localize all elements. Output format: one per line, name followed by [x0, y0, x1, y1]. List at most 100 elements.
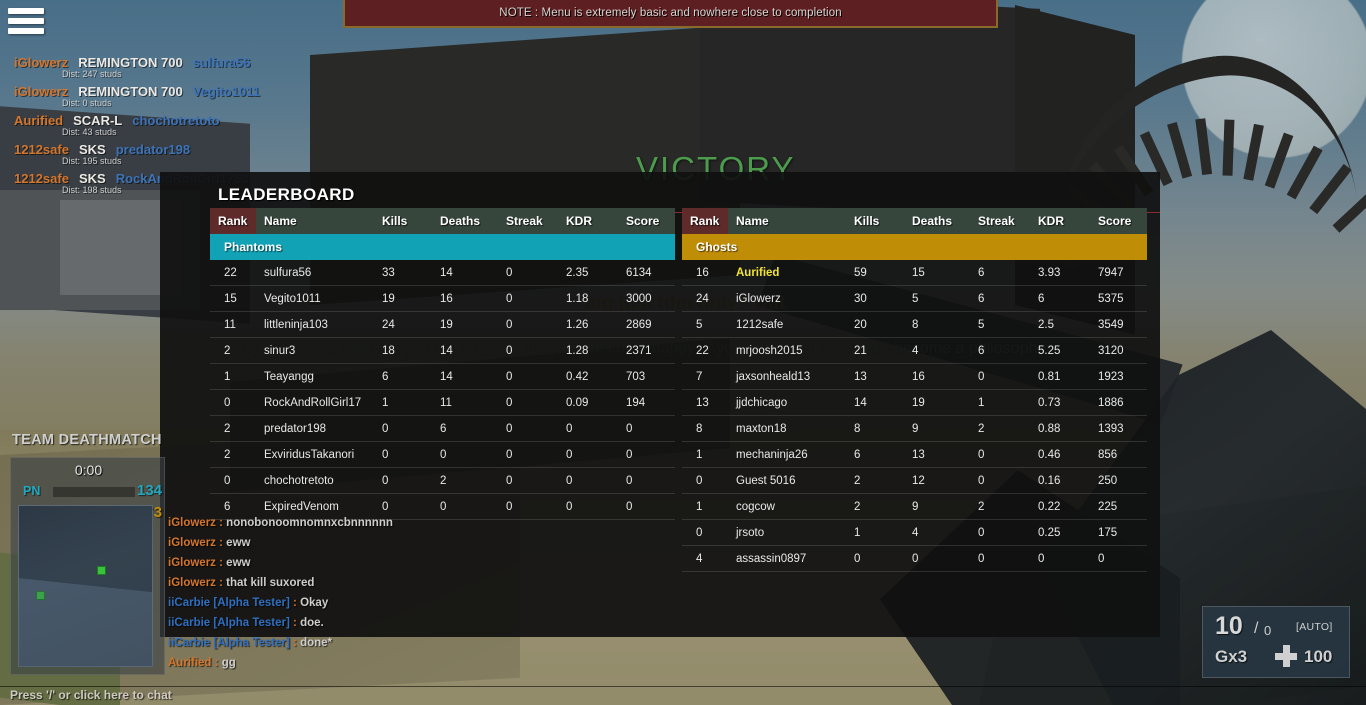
cell-rank: 2 — [210, 415, 256, 442]
killfeed-victim: predator198 — [115, 142, 191, 157]
cell-deaths: 16 — [904, 363, 970, 390]
cell-name: cogcow — [728, 493, 846, 520]
cell-rank: 0 — [210, 389, 256, 416]
cell-kills: 19 — [374, 285, 432, 312]
gamemode-label: TEAM DEATHMATCH — [12, 432, 162, 448]
killfeed-victim: sulfura56 — [192, 55, 251, 70]
cell-score: 7947 — [1090, 260, 1147, 286]
cell-rank: 5 — [682, 311, 728, 338]
column-header-score[interactable]: Score — [618, 208, 675, 234]
team-table-ghosts: Rank Name Kills Deaths Streak KDR Score … — [682, 208, 1147, 572]
cell-rank: 24 — [682, 285, 728, 312]
table-row: 1 cogcow 2 9 2 0.22 225 — [682, 493, 1147, 520]
cell-kills: 1 — [374, 389, 432, 416]
cell-name: ExviridusTakanori — [256, 441, 374, 468]
note-banner: NOTE : Menu is extremely basic and nowhe… — [343, 0, 998, 28]
kill-feed-entry: 1212safe SKS predator198 Dist: 195 studs — [14, 142, 314, 166]
column-header-deaths[interactable]: Deaths — [432, 208, 498, 234]
column-header-score[interactable]: Score — [1090, 208, 1147, 234]
cell-kills: 0 — [846, 545, 904, 572]
cell-name: 1212safe — [728, 311, 846, 338]
cell-score: 1886 — [1090, 389, 1147, 416]
cell-kills: 14 — [846, 389, 904, 416]
cell-name: ExpiredVenom — [256, 493, 374, 520]
cell-kdr: 0 — [558, 415, 618, 442]
column-header-kdr[interactable]: KDR — [558, 208, 618, 234]
cell-deaths: 0 — [432, 441, 498, 468]
cell-name: jaxsonheald13 — [728, 363, 846, 390]
chat-author: iiCarbie [Alpha Tester] — [168, 597, 290, 609]
chat-text: nonobonoomnomnxcbnnnnnn — [226, 517, 393, 529]
cell-kills: 0 — [374, 467, 432, 494]
column-header-rank[interactable]: Rank — [682, 208, 728, 234]
cell-rank: 1 — [210, 363, 256, 390]
team-name-row: Ghosts — [682, 234, 1147, 260]
cell-deaths: 0 — [904, 545, 970, 572]
cell-score: 1393 — [1090, 415, 1147, 442]
cell-streak: 2 — [970, 415, 1030, 442]
table-row: 6 ExpiredVenom 0 0 0 0 0 — [210, 493, 675, 520]
cell-streak: 0 — [970, 467, 1030, 494]
cell-rank: 22 — [682, 337, 728, 364]
chat-author: iiCarbie [Alpha Tester] — [168, 617, 290, 629]
chat-colon: : — [215, 557, 227, 569]
cell-deaths: 2 — [432, 467, 498, 494]
killfeed-weapon: REMINGTON 700 — [78, 84, 183, 99]
chat-prompt-bar[interactable]: Press '/' or click here to chat — [0, 686, 1366, 705]
health-cross-icon — [1275, 645, 1297, 667]
table-row: 2 predator198 0 6 0 0 0 — [210, 415, 675, 442]
minimap[interactable] — [18, 505, 153, 667]
cell-deaths: 4 — [904, 337, 970, 364]
cell-score: 0 — [618, 493, 675, 520]
chat-message: iiCarbie [Alpha Tester] : Okay — [168, 597, 588, 617]
cell-streak: 0 — [970, 363, 1030, 390]
cell-kills: 2 — [846, 467, 904, 494]
chat-author: Aurified — [168, 657, 212, 669]
chat-message: iGlowerz : nonobonoomnomnxcbnnnnnn — [168, 517, 588, 537]
killfeed-victim: Vegito1011 — [192, 84, 260, 99]
cell-rank: 0 — [210, 467, 256, 494]
cell-kdr: 0.25 — [1030, 519, 1090, 546]
killfeed-distance: Dist: 0 studs — [62, 98, 112, 108]
cell-name: RockAndRollGirl17 — [256, 389, 374, 416]
cell-name: sinur3 — [256, 337, 374, 364]
cell-rank: 1 — [682, 493, 728, 520]
column-header-name[interactable]: Name — [256, 208, 374, 234]
minimap-shadow — [19, 506, 152, 596]
table-row: 1 mechaninja26 6 13 0 0.46 856 — [682, 441, 1147, 468]
cell-name: predator198 — [256, 415, 374, 442]
cell-kills: 1 — [846, 519, 904, 546]
cell-kills: 20 — [846, 311, 904, 338]
column-header-deaths[interactable]: Deaths — [904, 208, 970, 234]
hamburger-menu-icon[interactable] — [8, 4, 48, 38]
cell-deaths: 14 — [432, 337, 498, 364]
cell-deaths: 4 — [904, 519, 970, 546]
cell-score: 3549 — [1090, 311, 1147, 338]
killfeed-killer: Aurified — [14, 113, 64, 128]
table-row: 1 Teayangg 6 14 0 0.42 703 — [210, 363, 675, 390]
table-row: 11 littleninja103 24 19 0 1.26 2869 — [210, 311, 675, 338]
cell-name: chochotretoto — [256, 467, 374, 494]
cell-streak: 0 — [498, 285, 558, 312]
column-header-streak[interactable]: Streak — [498, 208, 558, 234]
chat-colon: : — [215, 517, 227, 529]
column-header-kdr[interactable]: KDR — [1030, 208, 1090, 234]
cell-name: iGlowerz — [728, 285, 846, 312]
match-timer: 0:00 — [74, 462, 103, 478]
cell-deaths: 15 — [904, 260, 970, 286]
chat-divider — [0, 686, 1366, 687]
column-header-rank[interactable]: Rank — [210, 208, 256, 234]
chat-author: iiCarbie [Alpha Tester] — [168, 637, 290, 649]
cell-name: Guest 5016 — [728, 467, 846, 494]
table-row: 4 assassin0897 0 0 0 0 0 — [682, 545, 1147, 572]
cell-rank: 0 — [682, 519, 728, 546]
column-header-kills[interactable]: Kills — [846, 208, 904, 234]
cell-score: 2371 — [618, 337, 675, 364]
cell-score: 225 — [1090, 493, 1147, 520]
column-header-name[interactable]: Name — [728, 208, 846, 234]
cell-rank: 22 — [210, 260, 256, 286]
cell-kills: 21 — [846, 337, 904, 364]
column-header-kills[interactable]: Kills — [374, 208, 432, 234]
column-header-streak[interactable]: Streak — [970, 208, 1030, 234]
cell-kdr: 1.28 — [558, 337, 618, 364]
